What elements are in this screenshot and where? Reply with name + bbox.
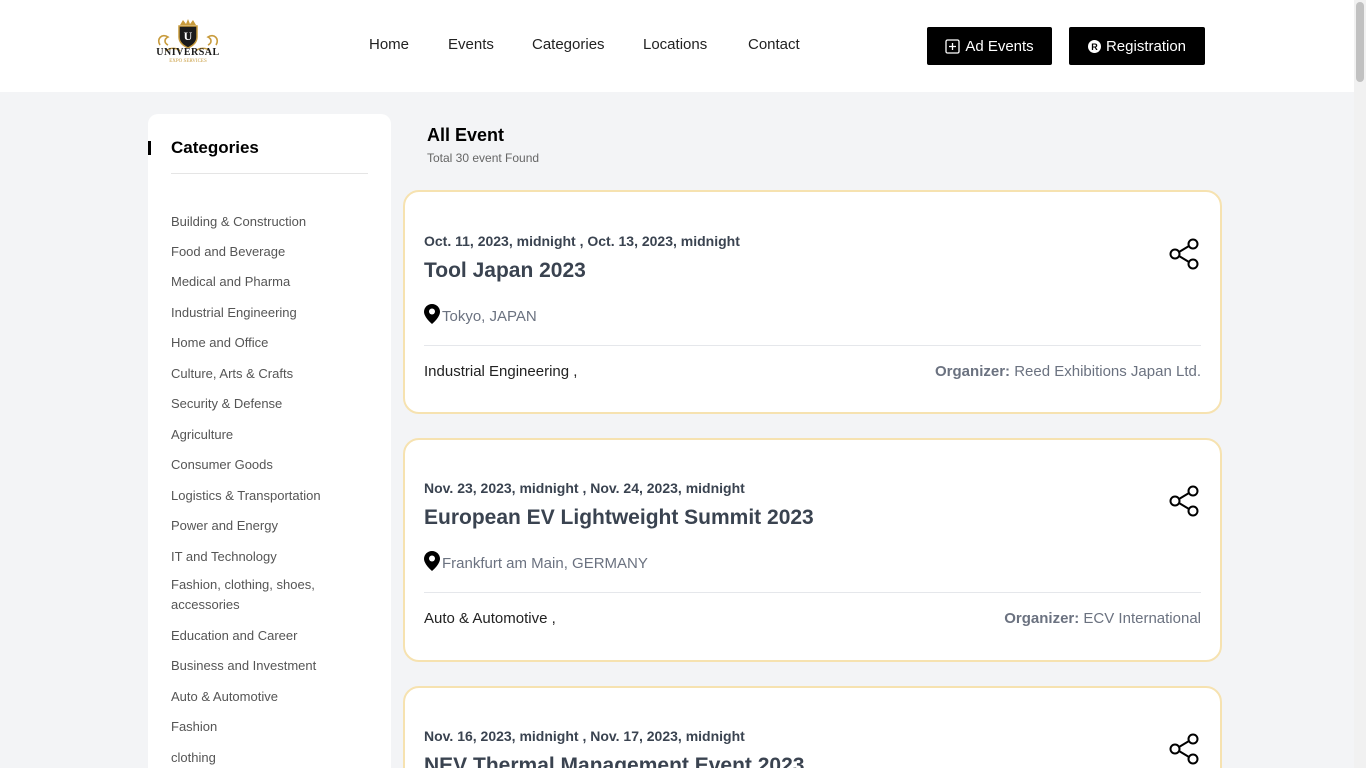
registered-icon: R <box>1087 39 1101 53</box>
event-location-text: Frankfurt am Main, GERMANY <box>442 554 648 572</box>
event-count: Total 30 event Found <box>427 151 540 165</box>
event-title[interactable]: Tool Japan 2023 <box>424 259 586 283</box>
event-title[interactable]: European EV Lightweight Summit 2023 <box>424 506 814 530</box>
sidebar-title-marker <box>148 141 151 155</box>
plus-square-icon <box>945 38 960 54</box>
card-divider <box>424 592 1201 593</box>
map-pin-icon <box>424 304 440 328</box>
category-item[interactable]: Auto & Automotive <box>171 687 371 707</box>
nav-events[interactable]: Events <box>448 36 494 53</box>
event-title[interactable]: NEV Thermal Management Event 2023 <box>424 754 804 768</box>
event-date: Nov. 16, 2023, midnight , Nov. 17, 2023,… <box>424 728 745 744</box>
event-category[interactable]: Auto & Automotive , <box>424 610 556 627</box>
category-item[interactable]: Building & Construction <box>171 212 371 232</box>
event-location: Frankfurt am Main, GERMANY <box>424 551 648 575</box>
event-card[interactable]: Nov. 16, 2023, midnight , Nov. 17, 2023,… <box>403 686 1222 768</box>
organizer-label: Organizer: <box>935 363 1011 380</box>
category-item[interactable]: Fashion, clothing, shoes, accessories <box>171 575 331 615</box>
organizer-label: Organizer: <box>1004 610 1080 627</box>
ad-events-label: Ad Events <box>965 37 1034 55</box>
category-item[interactable]: Security & Defense <box>171 394 371 414</box>
event-organizer: Organizer: ECV International <box>1004 610 1201 627</box>
category-item[interactable]: clothing <box>171 748 371 768</box>
sidebar-title: Categories <box>171 138 259 157</box>
registration-label: Registration <box>1105 37 1187 55</box>
category-item[interactable]: Industrial Engineering <box>171 303 371 323</box>
event-date: Nov. 23, 2023, midnight , Nov. 24, 2023,… <box>424 480 745 496</box>
category-item[interactable]: Medical and Pharma <box>171 272 371 292</box>
nav-categories[interactable]: Categories <box>532 36 605 53</box>
nav-contact[interactable]: Contact <box>748 36 800 53</box>
share-icon[interactable] <box>1169 238 1201 270</box>
logo-tagline: EXPO SERVICES <box>169 59 207 64</box>
category-item[interactable]: Food and Beverage <box>171 242 371 262</box>
event-date: Oct. 11, 2023, midnight , Oct. 13, 2023,… <box>424 233 740 249</box>
nav-locations[interactable]: Locations <box>643 36 707 53</box>
share-icon[interactable] <box>1169 733 1201 765</box>
card-divider <box>424 345 1201 346</box>
sidebar-divider <box>171 173 368 174</box>
event-category[interactable]: Industrial Engineering , <box>424 363 577 380</box>
category-item[interactable]: Culture, Arts & Crafts <box>171 364 371 384</box>
site-header: U UNIVERSAL EXPO SERVICES Home Events Ca… <box>0 0 1354 92</box>
nav-home[interactable]: Home <box>369 36 409 53</box>
category-item[interactable]: Home and Office <box>171 333 371 353</box>
organizer-name: ECV International <box>1083 610 1201 627</box>
category-item[interactable]: Business and Investment <box>171 656 371 676</box>
categories-sidebar: Categories Building & Construction Food … <box>148 114 391 768</box>
ad-events-button[interactable]: Ad Events <box>927 27 1052 65</box>
event-location: Tokyo, JAPAN <box>424 304 537 328</box>
event-card[interactable]: Oct. 11, 2023, midnight , Oct. 13, 2023,… <box>403 190 1222 414</box>
registration-button[interactable]: R Registration <box>1069 27 1205 65</box>
category-item[interactable]: Education and Career <box>171 626 371 646</box>
svg-text:R: R <box>1091 41 1098 51</box>
category-item[interactable]: Fashion <box>171 717 371 737</box>
share-icon[interactable] <box>1169 485 1201 517</box>
scrollbar-thumb[interactable] <box>1356 2 1364 82</box>
category-item[interactable]: IT and Technology <box>171 547 371 567</box>
map-pin-icon <box>424 551 440 575</box>
event-location-text: Tokyo, JAPAN <box>442 307 537 325</box>
page-scrollbar[interactable] <box>1354 0 1366 768</box>
page-title: All Event <box>427 125 505 145</box>
event-organizer: Organizer: Reed Exhibitions Japan Ltd. <box>935 363 1201 380</box>
organizer-name: Reed Exhibitions Japan Ltd. <box>1014 363 1201 380</box>
category-item[interactable]: Power and Energy <box>171 516 371 536</box>
event-card[interactable]: Nov. 23, 2023, midnight , Nov. 24, 2023,… <box>403 438 1222 662</box>
category-item[interactable]: Consumer Goods <box>171 455 371 475</box>
category-item[interactable]: Agriculture <box>171 425 371 445</box>
category-item[interactable]: Logistics & Transportation <box>171 486 371 506</box>
